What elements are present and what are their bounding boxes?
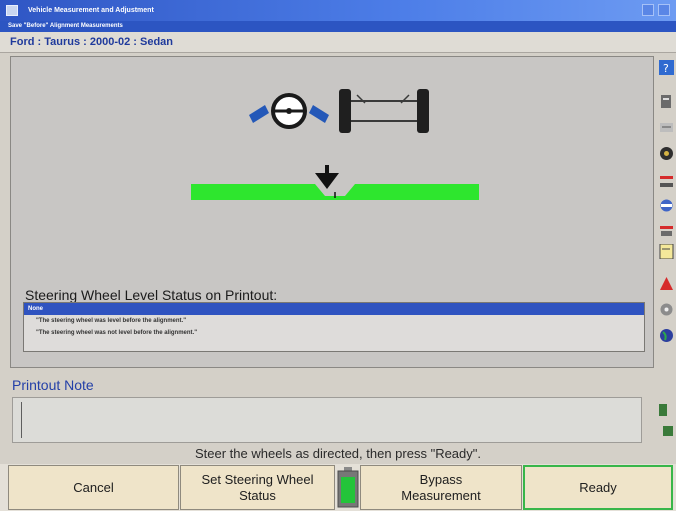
ready-button[interactable]: Ready	[523, 465, 673, 510]
steering-status-label: Steering Wheel Level Status on Printout:	[25, 287, 278, 303]
help-icon[interactable]: ?	[659, 60, 674, 75]
window-title: Vehicle Measurement and Adjustment	[28, 7, 154, 14]
cancel-button-label: Cancel	[73, 479, 114, 495]
bypass-measurement-button[interactable]: Bypass Measurement	[360, 465, 522, 510]
app-icon	[6, 5, 18, 16]
minimize-button[interactable]	[658, 4, 670, 16]
warning-icon[interactable]	[659, 276, 674, 291]
window-title-bar: Vehicle Measurement and Adjustment	[0, 0, 676, 21]
battery-icon	[337, 467, 359, 508]
bypass-button-label: Bypass Measurement	[401, 471, 481, 503]
vehicle-icon[interactable]	[659, 224, 674, 239]
note-tools-icon[interactable]	[657, 402, 675, 442]
set-steering-button-label: Set Steering Wheel Status	[201, 471, 314, 503]
level-bar	[191, 184, 479, 200]
cancel-button[interactable]: Cancel	[8, 465, 179, 510]
steering-status-list[interactable]: None "The steering wheel was level befor…	[23, 302, 645, 352]
restore-button[interactable]	[642, 4, 654, 16]
globe-icon[interactable]	[659, 328, 674, 343]
right-toolbar: ?	[656, 58, 676, 388]
instruction-text: Steer the wheels as directed, then press…	[195, 446, 481, 461]
ready-button-label: Ready	[579, 479, 617, 495]
screen-subtitle: Save "Before" Alignment Measurements	[0, 21, 676, 32]
runout-icon[interactable]	[659, 174, 674, 189]
printout-note-label: Printout Note	[12, 377, 94, 393]
status-option-level[interactable]: "The steering wheel was level before the…	[24, 315, 644, 327]
alignment-icon[interactable]	[659, 198, 674, 213]
svg-text:?: ?	[663, 62, 669, 75]
status-option-none[interactable]: None	[24, 303, 644, 315]
set-steering-button[interactable]: Set Steering Wheel Status	[180, 465, 335, 510]
text-caret	[21, 402, 22, 438]
axle-icon	[339, 89, 429, 133]
steering-alignment-graphic	[249, 89, 429, 133]
spec-sheet-icon[interactable]	[659, 244, 674, 259]
steering-wheel-icon	[249, 93, 329, 129]
printout-note-field[interactable]	[12, 397, 642, 443]
status-option-not-level[interactable]: "The steering wheel was not level before…	[24, 327, 644, 339]
wheel-icon[interactable]	[659, 146, 674, 161]
tools-icon[interactable]	[659, 302, 674, 317]
main-panel: Steering Wheel Level Status on Printout:…	[10, 56, 654, 368]
specs-icon[interactable]	[659, 120, 674, 135]
adjust-icon[interactable]	[659, 94, 674, 109]
vehicle-header: Ford : Taurus : 2000-02 : Sedan	[0, 32, 676, 53]
